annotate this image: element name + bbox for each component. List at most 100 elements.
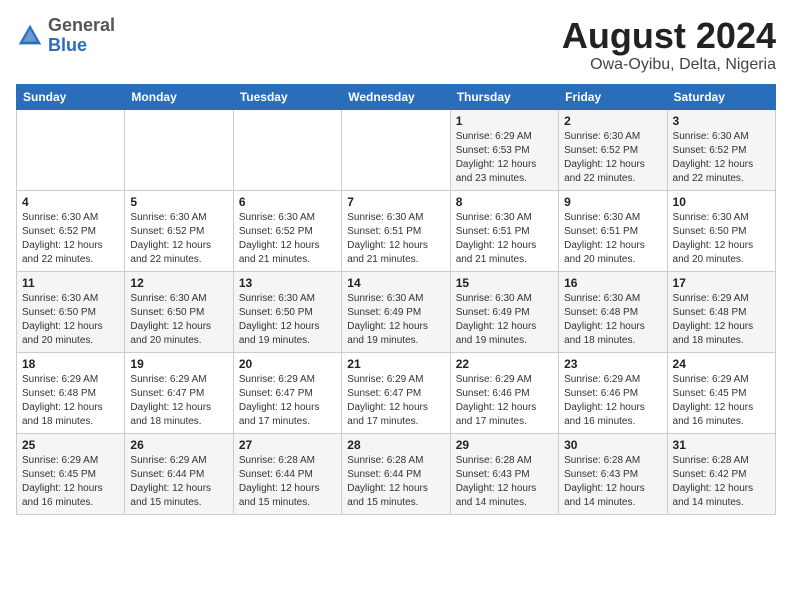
calendar-cell: 18Sunrise: 6:29 AM Sunset: 6:48 PM Dayli… [17, 352, 125, 433]
day-info: Sunrise: 6:29 AM Sunset: 6:46 PM Dayligh… [564, 373, 661, 429]
logo: General Blue [16, 16, 115, 56]
day-info: Sunrise: 6:30 AM Sunset: 6:51 PM Dayligh… [347, 211, 444, 267]
calendar-cell: 6Sunrise: 6:30 AM Sunset: 6:52 PM Daylig… [233, 190, 341, 271]
calendar-cell: 21 Sunrise: 6:29 AM Sunset: 6:47 PM Dayli… [342, 352, 450, 433]
day-info: Sunrise: 6:28 AM Sunset: 6:42 PM Dayligh… [673, 454, 770, 510]
day-info: Sunrise: 6:29 AM Sunset: 6:45 PM Dayligh… [673, 373, 770, 429]
weekday-header-friday: Friday [559, 84, 667, 109]
calendar-cell: 5 Sunrise: 6:30 AM Sunset: 6:52 PM Daylig… [125, 190, 233, 271]
day-info: Sunrise: 6:30 AM Sunset: 6:52 PM Dayligh… [673, 130, 770, 186]
day-number: 2 [564, 114, 661, 128]
calendar-week-4: 18Sunrise: 6:29 AM Sunset: 6:48 PM Dayli… [17, 352, 776, 433]
calendar-week-3: 11 Sunrise: 6:30 AM Sunset: 6:50 PM Dayli… [17, 271, 776, 352]
weekday-header-monday: Monday [125, 84, 233, 109]
calendar-cell: 12Sunrise: 6:30 AM Sunset: 6:50 PM Dayli… [125, 271, 233, 352]
day-number: 16 [564, 276, 661, 290]
day-number: 26 [130, 438, 227, 452]
calendar-cell: 23 Sunrise: 6:29 AM Sunset: 6:46 PM Dayli… [559, 352, 667, 433]
calendar-cell: 17 Sunrise: 6:29 AM Sunset: 6:48 PM Dayli… [667, 271, 775, 352]
day-info: Sunrise: 6:30 AM Sunset: 6:52 PM Dayligh… [564, 130, 661, 186]
calendar-cell: 16 Sunrise: 6:30 AM Sunset: 6:48 PM Dayli… [559, 271, 667, 352]
calendar-cell: 2 Sunrise: 6:30 AM Sunset: 6:52 PM Daylig… [559, 109, 667, 190]
calendar-cell: 24Sunrise: 6:29 AM Sunset: 6:45 PM Dayli… [667, 352, 775, 433]
calendar-cell: 25Sunrise: 6:29 AM Sunset: 6:45 PM Dayli… [17, 433, 125, 514]
day-info: Sunrise: 6:28 AM Sunset: 6:43 PM Dayligh… [564, 454, 661, 510]
day-info: Sunrise: 6:30 AM Sunset: 6:48 PM Dayligh… [564, 292, 661, 348]
day-number: 17 [673, 276, 770, 290]
title-block: August 2024 Owa-Oyibu, Delta, Nigeria [562, 16, 776, 74]
day-number: 15 [456, 276, 553, 290]
page-header: General Blue August 2024 Owa-Oyibu, Delt… [16, 16, 776, 74]
day-info: Sunrise: 6:29 AM Sunset: 6:48 PM Dayligh… [673, 292, 770, 348]
calendar-week-2: 4 Sunrise: 6:30 AM Sunset: 6:52 PM Daylig… [17, 190, 776, 271]
day-info: Sunrise: 6:30 AM Sunset: 6:50 PM Dayligh… [673, 211, 770, 267]
day-number: 31 [673, 438, 770, 452]
day-info: Sunrise: 6:29 AM Sunset: 6:47 PM Dayligh… [347, 373, 444, 429]
calendar-cell: 31 Sunrise: 6:28 AM Sunset: 6:42 PM Dayli… [667, 433, 775, 514]
weekday-header-tuesday: Tuesday [233, 84, 341, 109]
calendar-cell [342, 109, 450, 190]
location: Owa-Oyibu, Delta, Nigeria [562, 56, 776, 74]
logo-blue: Blue [48, 35, 87, 55]
calendar-week-5: 25Sunrise: 6:29 AM Sunset: 6:45 PM Dayli… [17, 433, 776, 514]
day-info: Sunrise: 6:30 AM Sunset: 6:51 PM Dayligh… [456, 211, 553, 267]
day-number: 11 [22, 276, 119, 290]
calendar-cell: 29Sunrise: 6:28 AM Sunset: 6:43 PM Dayli… [450, 433, 558, 514]
calendar-cell: 7 Sunrise: 6:30 AM Sunset: 6:51 PM Daylig… [342, 190, 450, 271]
day-info: Sunrise: 6:30 AM Sunset: 6:52 PM Dayligh… [22, 211, 119, 267]
weekday-header-row: SundayMondayTuesdayWednesdayThursdayFrid… [17, 84, 776, 109]
day-info: Sunrise: 6:29 AM Sunset: 6:53 PM Dayligh… [456, 130, 553, 186]
calendar-cell: 20 Sunrise: 6:29 AM Sunset: 6:47 PM Dayli… [233, 352, 341, 433]
calendar-cell: 3 Sunrise: 6:30 AM Sunset: 6:52 PM Daylig… [667, 109, 775, 190]
calendar-cell: 26 Sunrise: 6:29 AM Sunset: 6:44 PM Dayli… [125, 433, 233, 514]
calendar-cell: 11 Sunrise: 6:30 AM Sunset: 6:50 PM Dayli… [17, 271, 125, 352]
day-number: 6 [239, 195, 336, 209]
calendar-cell: 28Sunrise: 6:28 AM Sunset: 6:44 PM Dayli… [342, 433, 450, 514]
day-number: 10 [673, 195, 770, 209]
day-number: 4 [22, 195, 119, 209]
day-info: Sunrise: 6:30 AM Sunset: 6:50 PM Dayligh… [22, 292, 119, 348]
day-info: Sunrise: 6:29 AM Sunset: 6:44 PM Dayligh… [130, 454, 227, 510]
day-info: Sunrise: 6:28 AM Sunset: 6:44 PM Dayligh… [239, 454, 336, 510]
calendar-cell: 15Sunrise: 6:30 AM Sunset: 6:49 PM Dayli… [450, 271, 558, 352]
calendar-cell: 10 Sunrise: 6:30 AM Sunset: 6:50 PM Dayli… [667, 190, 775, 271]
day-number: 30 [564, 438, 661, 452]
weekday-header-saturday: Saturday [667, 84, 775, 109]
day-number: 20 [239, 357, 336, 371]
calendar-cell: 9 Sunrise: 6:30 AM Sunset: 6:51 PM Daylig… [559, 190, 667, 271]
calendar-cell: 8 Sunrise: 6:30 AM Sunset: 6:51 PM Daylig… [450, 190, 558, 271]
day-info: Sunrise: 6:29 AM Sunset: 6:46 PM Dayligh… [456, 373, 553, 429]
day-info: Sunrise: 6:28 AM Sunset: 6:44 PM Dayligh… [347, 454, 444, 510]
calendar-week-1: 1Sunrise: 6:29 AM Sunset: 6:53 PM Daylig… [17, 109, 776, 190]
day-info: Sunrise: 6:29 AM Sunset: 6:47 PM Dayligh… [239, 373, 336, 429]
day-info: Sunrise: 6:30 AM Sunset: 6:51 PM Dayligh… [564, 211, 661, 267]
weekday-header-sunday: Sunday [17, 84, 125, 109]
day-number: 18 [22, 357, 119, 371]
day-number: 21 [347, 357, 444, 371]
logo-general: General [48, 15, 115, 35]
calendar-cell: 22 Sunrise: 6:29 AM Sunset: 6:46 PM Dayli… [450, 352, 558, 433]
calendar-cell: 13Sunrise: 6:30 AM Sunset: 6:50 PM Dayli… [233, 271, 341, 352]
day-number: 3 [673, 114, 770, 128]
day-number: 7 [347, 195, 444, 209]
weekday-header-thursday: Thursday [450, 84, 558, 109]
day-number: 12 [130, 276, 227, 290]
day-number: 5 [130, 195, 227, 209]
calendar-cell: 19 Sunrise: 6:29 AM Sunset: 6:47 PM Dayli… [125, 352, 233, 433]
day-info: Sunrise: 6:28 AM Sunset: 6:43 PM Dayligh… [456, 454, 553, 510]
calendar-cell [17, 109, 125, 190]
calendar-cell [233, 109, 341, 190]
calendar-cell: 4 Sunrise: 6:30 AM Sunset: 6:52 PM Daylig… [17, 190, 125, 271]
calendar-cell: 27Sunrise: 6:28 AM Sunset: 6:44 PM Dayli… [233, 433, 341, 514]
day-number: 14 [347, 276, 444, 290]
day-number: 23 [564, 357, 661, 371]
day-info: Sunrise: 6:29 AM Sunset: 6:47 PM Dayligh… [130, 373, 227, 429]
day-number: 13 [239, 276, 336, 290]
day-number: 9 [564, 195, 661, 209]
day-number: 22 [456, 357, 553, 371]
day-info: Sunrise: 6:30 AM Sunset: 6:52 PM Dayligh… [130, 211, 227, 267]
day-info: Sunrise: 6:29 AM Sunset: 6:45 PM Dayligh… [22, 454, 119, 510]
calendar-cell: 1Sunrise: 6:29 AM Sunset: 6:53 PM Daylig… [450, 109, 558, 190]
day-number: 19 [130, 357, 227, 371]
day-number: 8 [456, 195, 553, 209]
